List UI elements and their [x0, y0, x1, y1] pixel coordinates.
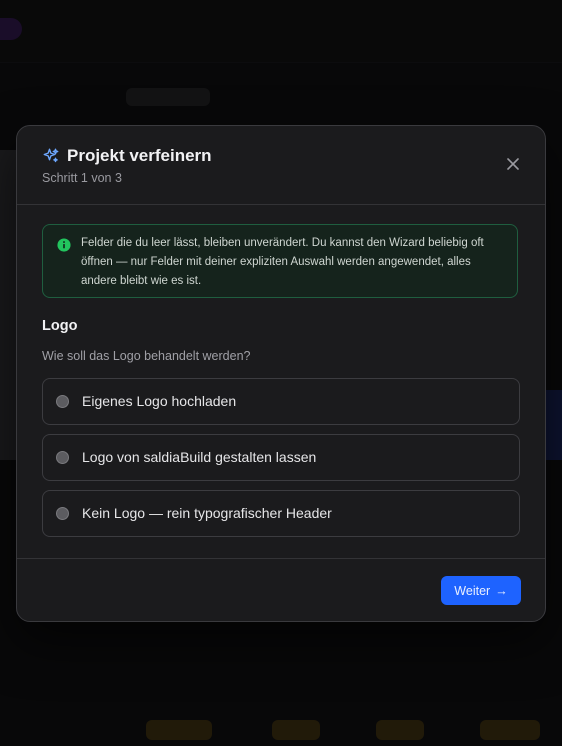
- option-label: Logo von saldiaBuild gestalten lassen: [82, 449, 317, 465]
- sparkle-icon: [43, 148, 59, 163]
- option-upload-logo[interactable]: Eigenes Logo hochladen: [42, 378, 520, 425]
- section-question: Wie soll das Logo behandelt werden?: [42, 349, 251, 363]
- close-icon[interactable]: [505, 156, 521, 172]
- info-icon: [57, 238, 71, 252]
- info-text: Felder die du leer lässt, bleiben unverä…: [81, 237, 484, 287]
- option-label: Kein Logo — rein typografischer Header: [82, 505, 332, 521]
- dialog-title: Projekt verfeinern: [67, 146, 212, 165]
- refine-project-dialog: Projekt verfeinern Schritt 1 von 3 Felde…: [16, 125, 546, 622]
- option-label: Eigenes Logo hochladen: [82, 393, 237, 409]
- info-callout: Felder die du leer lässt, bleiben unverä…: [42, 224, 518, 298]
- next-button-label: Weiter: [454, 583, 491, 598]
- arrow-right-icon: →: [495, 583, 508, 598]
- next-button[interactable]: Weiter →: [441, 576, 521, 605]
- option-no-logo[interactable]: Kein Logo — rein typografischer Header: [42, 490, 520, 537]
- radio-button[interactable]: [56, 451, 69, 464]
- option-design-logo[interactable]: Logo von saldiaBuild gestalten lassen: [42, 434, 520, 481]
- section-title-logo: Logo: [42, 318, 78, 334]
- radio-button[interactable]: [56, 395, 69, 408]
- dialog-header: Projekt verfeinern Schritt 1 von 3: [17, 126, 545, 205]
- radio-button[interactable]: [56, 507, 69, 520]
- dialog-footer: Weiter →: [17, 558, 545, 621]
- step-indicator: Schritt 1 von 3: [42, 171, 122, 185]
